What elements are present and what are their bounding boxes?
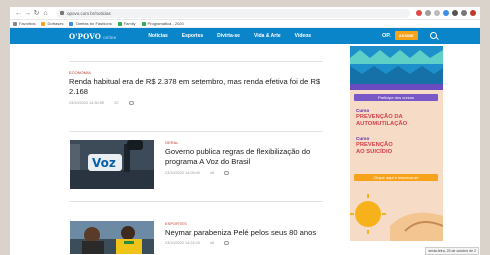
subscribe-button[interactable]: ASSINE (394, 31, 418, 40)
search-icon[interactable] (429, 32, 437, 39)
ad-course-title-line: PREVENÇÃO DA (356, 114, 403, 120)
bookmark[interactable]: Tarefas for Fashions (69, 21, 112, 26)
ad-illustration (350, 194, 443, 241)
menu-item-divirta-se[interactable]: Divirta-se (217, 33, 240, 39)
news-count: 22 (114, 101, 119, 105)
forward-icon[interactable]: → (23, 7, 32, 20)
extension-icon[interactable] (452, 10, 458, 16)
news-tag[interactable]: Economia (69, 70, 323, 75)
bookmark[interactable]: Favoritos (13, 21, 35, 26)
main-menu: Notícias Esportes Divirta-se Vida & Arte… (148, 33, 311, 39)
back-icon[interactable]: ← (14, 7, 23, 20)
divider (69, 61, 323, 62)
extension-icon[interactable] (416, 10, 422, 16)
main-content: Economia Renda habitual era de R$ 2.378 … (10, 44, 480, 254)
comment-icon[interactable] (224, 240, 230, 245)
comment-icon[interactable] (128, 101, 134, 105)
lock-icon (60, 11, 64, 15)
star-icon[interactable] (434, 10, 440, 16)
reload-icon[interactable]: ↻ (32, 7, 41, 20)
news-count: 46 (209, 240, 215, 245)
svg-text:Voz: Voz (92, 156, 116, 170)
site-navbar: O'POVO online Notícias Esportes Divirta-s… (10, 28, 480, 44)
bookmark[interactable]: Dofrases (41, 21, 63, 26)
news-thumbnail[interactable]: Voz (70, 140, 154, 189)
news-headline[interactable]: Governo publica regras de flexibilização… (165, 147, 335, 166)
news-headline[interactable]: Neymar parabeniza Pelé pelos seus 80 ano… (165, 228, 335, 238)
comment-icon[interactable] (224, 171, 230, 175)
news-tag[interactable]: Esportes (165, 221, 335, 226)
news-date: 23/10/2020 14:30:5E (69, 101, 105, 105)
divider (69, 131, 323, 132)
bookmark[interactable]: Family (117, 21, 136, 26)
news-item[interactable]: Economia Renda habitual era de R$ 2.378 … (69, 70, 323, 105)
menu-item-videos[interactable]: Vídeos (295, 33, 311, 39)
news-thumbnail[interactable] (70, 221, 154, 254)
ad-course-label: Curso (356, 108, 370, 113)
account-icon[interactable] (443, 10, 449, 16)
op-label[interactable]: OP. (382, 33, 391, 39)
address-bar: ← → ↻ ⌂ opovo.com.br/noticias (10, 7, 480, 20)
news-item[interactable]: Geral Governo publica regras de flexibil… (165, 140, 335, 175)
news-headline[interactable]: Renda habitual era de R$ 2.378 em setemb… (69, 77, 323, 96)
bookmarks-bar: Favoritos Dofrases Tarefas for Fashions … (10, 20, 480, 28)
news-date: 23/10/2020 14:24:25 (165, 240, 200, 245)
bookmark[interactable]: Programática - 2020 (141, 21, 184, 26)
ad-signup-button[interactable]: Clique aqui e inscreva-se (354, 174, 438, 181)
url-text: opovo.com.br/noticias (67, 10, 111, 16)
menu-item-noticias[interactable]: Notícias (148, 33, 167, 39)
menu-icon[interactable] (461, 10, 467, 16)
browser-window: ← → ↻ ⌂ opovo.com.br/noticias Favoritos … (10, 7, 480, 255)
ad-course-title-line: PREVENÇÃO (356, 142, 393, 148)
news-item[interactable]: Esportes Neymar parabeniza Pelé pelos se… (165, 221, 335, 245)
profile-icon[interactable] (470, 10, 476, 16)
status-tooltip: sexta-feira, 23 de outubro de 2 (425, 247, 479, 255)
site-logo[interactable]: O'POVO online (69, 32, 116, 41)
divider (69, 201, 323, 202)
ad-course-title-line: AO SUICÍDIO (356, 149, 393, 155)
ad-course-label: Curso (356, 136, 370, 141)
url-field[interactable]: opovo.com.br/noticias (56, 8, 410, 18)
menu-item-esportes[interactable]: Esportes (182, 33, 203, 39)
home-icon[interactable]: ⌂ (41, 7, 50, 20)
advertisement-banner[interactable]: Participe dos cursos Curso PREVENÇÃO DA … (350, 46, 443, 241)
news-date: 23/10/2020 14:09:40 (165, 171, 200, 175)
news-tag[interactable]: Geral (165, 140, 335, 145)
news-count: 46 (209, 171, 215, 175)
zoom-icon[interactable] (425, 10, 431, 16)
menu-item-vida-arte[interactable]: Vida & Arte (254, 33, 281, 39)
ad-cta-button[interactable]: Participe dos cursos (354, 94, 438, 101)
ad-course-title-line: AUTOMUTILAÇÃO (356, 121, 408, 127)
ad-header-art (350, 46, 443, 90)
